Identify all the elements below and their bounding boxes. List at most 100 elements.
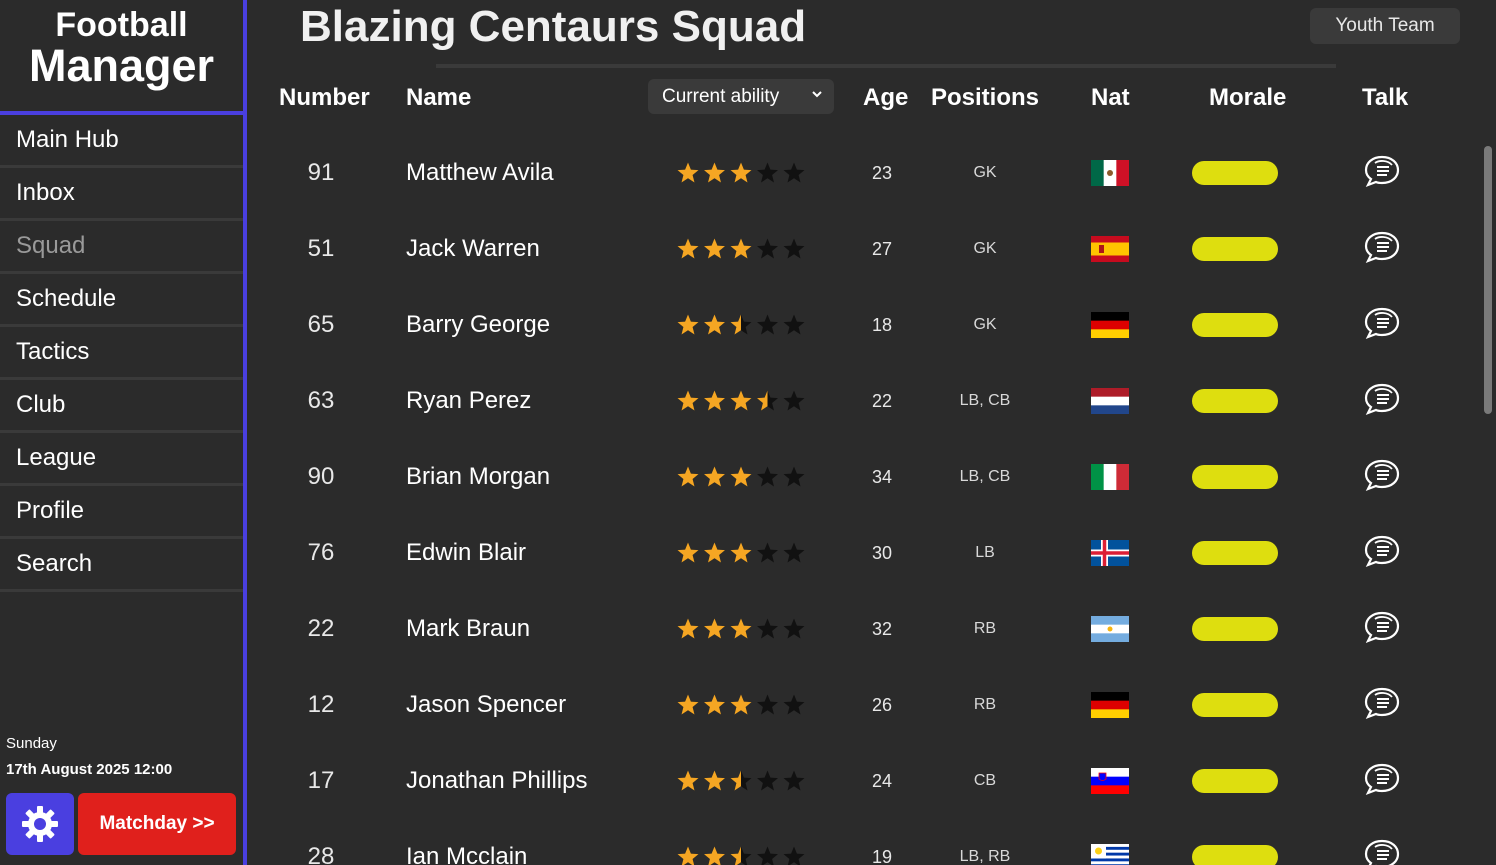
talk-button[interactable] bbox=[1360, 135, 1404, 211]
table-row[interactable]: 28 Ian Mcclain 19 LB, RB bbox=[250, 819, 1480, 865]
player-age: 26 bbox=[871, 694, 893, 715]
table-row[interactable]: 91 Matthew Avila 23 GK bbox=[250, 135, 1480, 211]
player-age: 34 bbox=[871, 466, 893, 487]
table-row[interactable]: 76 Edwin Blair 30 LB bbox=[250, 515, 1480, 591]
sidebar-item-club[interactable]: Club bbox=[0, 380, 243, 433]
ability-sort-select[interactable]: Current ability bbox=[648, 79, 834, 114]
column-header-positions[interactable]: Positions bbox=[931, 84, 1039, 112]
table-row[interactable]: 17 Jonathan Phillips 24 CB bbox=[250, 743, 1480, 819]
ability-star-rating bbox=[676, 743, 811, 819]
player-positions: GK bbox=[973, 240, 997, 257]
player-name[interactable]: Matthew Avila bbox=[406, 135, 656, 211]
table-row[interactable]: 90 Brian Morgan 34 LB, CB bbox=[250, 439, 1480, 515]
ability-star-rating bbox=[676, 363, 811, 439]
scrollbar[interactable] bbox=[1484, 146, 1492, 414]
chevron-down-icon bbox=[812, 91, 822, 98]
current-datetime: 17th August 2025 12:00 bbox=[6, 761, 173, 778]
talk-button[interactable] bbox=[1360, 363, 1404, 439]
player-positions: GK bbox=[973, 316, 997, 333]
ability-star-rating bbox=[676, 591, 811, 667]
player-positions: LB, CB bbox=[959, 392, 1011, 409]
column-header-number[interactable]: Number bbox=[279, 84, 370, 112]
morale-bar bbox=[1192, 667, 1278, 743]
ability-star-rating bbox=[676, 667, 811, 743]
mexico-flag-icon bbox=[1091, 135, 1131, 211]
talk-button[interactable] bbox=[1360, 743, 1404, 819]
sidebar-item-schedule[interactable]: Schedule bbox=[0, 274, 243, 327]
ability-star-rating bbox=[676, 819, 811, 865]
talk-button[interactable] bbox=[1360, 591, 1404, 667]
column-header-nat[interactable]: Nat bbox=[1091, 84, 1130, 112]
talk-button[interactable] bbox=[1360, 667, 1404, 743]
sidebar-item-tactics[interactable]: Tactics bbox=[0, 327, 243, 380]
player-name[interactable]: Jack Warren bbox=[406, 211, 656, 287]
morale-bar bbox=[1192, 515, 1278, 591]
chat-bubble-icon bbox=[1362, 686, 1402, 725]
player-positions: LB, CB bbox=[959, 468, 1011, 485]
spain-flag-icon bbox=[1091, 211, 1131, 287]
chat-bubble-icon bbox=[1362, 230, 1402, 269]
player-positions: RB bbox=[973, 696, 997, 713]
player-name[interactable]: Jonathan Phillips bbox=[406, 743, 656, 819]
player-age: 19 bbox=[871, 846, 893, 865]
column-header-age[interactable]: Age bbox=[863, 84, 908, 112]
current-day: Sunday bbox=[6, 735, 57, 752]
talk-button[interactable] bbox=[1360, 819, 1404, 865]
player-name[interactable]: Ryan Perez bbox=[406, 363, 656, 439]
morale-bar-fill bbox=[1192, 693, 1278, 717]
talk-button[interactable] bbox=[1360, 515, 1404, 591]
player-positions: RB bbox=[973, 620, 997, 637]
table-row[interactable]: 51 Jack Warren 27 GK bbox=[250, 211, 1480, 287]
table-row[interactable]: 22 Mark Braun 32 RB bbox=[250, 591, 1480, 667]
morale-bar bbox=[1192, 363, 1278, 439]
column-header-morale[interactable]: Morale bbox=[1209, 84, 1286, 112]
sidebar-item-inbox[interactable]: Inbox bbox=[0, 168, 243, 221]
sidebar-nav: Main Hub Inbox Squad Schedule Tactics Club Lea… bbox=[0, 115, 243, 592]
morale-bar bbox=[1192, 819, 1278, 865]
column-header-name[interactable]: Name bbox=[406, 84, 471, 112]
chat-bubble-icon bbox=[1362, 610, 1402, 649]
settings-button[interactable] bbox=[6, 793, 74, 855]
player-name[interactable]: Ian Mcclain bbox=[406, 819, 656, 865]
talk-button[interactable] bbox=[1360, 287, 1404, 363]
morale-bar-fill bbox=[1192, 313, 1278, 337]
sidebar-item-main-hub[interactable]: Main Hub bbox=[0, 115, 243, 168]
morale-bar-fill bbox=[1192, 389, 1278, 413]
youth-team-button[interactable]: Youth Team bbox=[1310, 8, 1460, 44]
player-name[interactable]: Edwin Blair bbox=[406, 515, 656, 591]
player-number: 76 bbox=[307, 539, 335, 566]
morale-bar-fill bbox=[1192, 769, 1278, 793]
player-number: 28 bbox=[307, 843, 335, 865]
sidebar-item-profile[interactable]: Profile bbox=[0, 486, 243, 539]
player-number: 51 bbox=[307, 235, 335, 262]
talk-button[interactable] bbox=[1360, 211, 1404, 287]
table-row[interactable]: 63 Ryan Perez 22 LB, CB bbox=[250, 363, 1480, 439]
player-age: 27 bbox=[871, 238, 893, 259]
matchday-button[interactable]: Matchday >> bbox=[78, 793, 236, 855]
player-name[interactable]: Barry George bbox=[406, 287, 656, 363]
germany-flag-icon bbox=[1091, 667, 1131, 743]
logo-line-2: Manager bbox=[28, 40, 215, 91]
squad-table: 91 Matthew Avila 23 GK 51 Jack Warren 27 GK 65… bbox=[250, 135, 1480, 865]
morale-bar bbox=[1192, 211, 1278, 287]
sidebar-item-squad[interactable]: Squad bbox=[0, 221, 243, 274]
player-name[interactable]: Jason Spencer bbox=[406, 667, 656, 743]
chat-bubble-icon bbox=[1362, 382, 1402, 421]
iceland-flag-icon bbox=[1091, 515, 1131, 591]
table-row[interactable]: 12 Jason Spencer 26 RB bbox=[250, 667, 1480, 743]
player-positions: LB bbox=[975, 544, 995, 561]
chat-bubble-icon bbox=[1362, 534, 1402, 573]
title-divider bbox=[436, 64, 1336, 68]
sidebar-item-league[interactable]: League bbox=[0, 433, 243, 486]
talk-button[interactable] bbox=[1360, 439, 1404, 515]
sidebar-item-search[interactable]: Search bbox=[0, 539, 243, 592]
player-name[interactable]: Mark Braun bbox=[406, 591, 656, 667]
player-name[interactable]: Brian Morgan bbox=[406, 439, 656, 515]
ability-star-rating bbox=[676, 515, 811, 591]
player-age: 32 bbox=[871, 618, 893, 639]
table-row[interactable]: 65 Barry George 18 GK bbox=[250, 287, 1480, 363]
player-number: 65 bbox=[307, 311, 335, 338]
player-positions: GK bbox=[973, 164, 997, 181]
sidebar: Football Manager Main Hub Inbox Squad Sched… bbox=[0, 0, 247, 865]
player-number: 17 bbox=[307, 767, 335, 794]
